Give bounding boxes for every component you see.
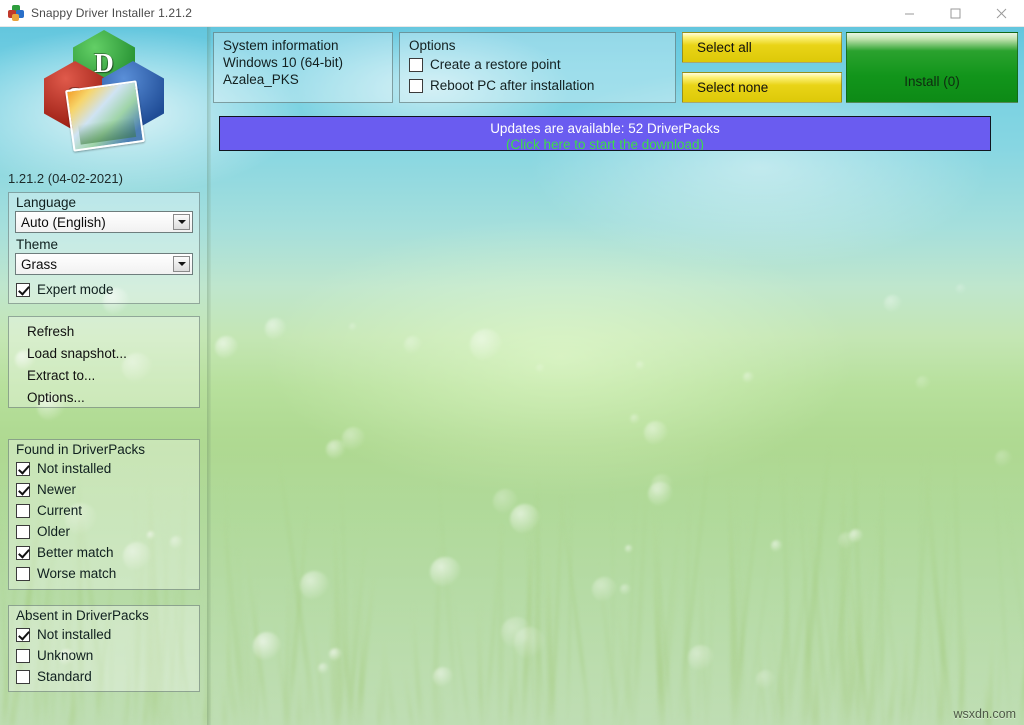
checkbox[interactable] <box>16 627 30 642</box>
checkbox[interactable] <box>16 648 30 663</box>
checkbox[interactable] <box>16 669 30 684</box>
menu-item-label: Options... <box>27 389 85 405</box>
sdi-logo: D S I <box>42 30 164 152</box>
update-notification-line1: Updates are available: 52 DriverPacks <box>490 121 720 136</box>
options-title: Options <box>409 38 456 53</box>
absent-group-label: Absent in DriverPacks <box>16 608 149 623</box>
select-none-label: Select none <box>697 80 769 95</box>
checkbox[interactable] <box>16 503 30 518</box>
expert-mode-checkbox-row[interactable]: Expert mode <box>9 279 199 300</box>
sdi-logo-icon <box>8 5 24 21</box>
filter-label: Older <box>37 524 71 539</box>
reboot-after-install-row[interactable]: Reboot PC after installation <box>400 75 675 96</box>
checkbox[interactable] <box>16 524 30 539</box>
menu-item-options[interactable]: Options... <box>9 386 199 408</box>
filter-label: Better match <box>37 545 114 560</box>
found-in-driverpacks-panel: Found in DriverPacks Not installed Newer… <box>8 439 200 590</box>
language-label: Language <box>16 195 77 210</box>
filter-unknown[interactable]: Unknown <box>9 645 199 666</box>
reboot-after-install-checkbox[interactable] <box>409 78 423 93</box>
chevron-down-icon[interactable] <box>173 256 190 272</box>
reboot-after-install-label: Reboot PC after installation <box>430 78 595 93</box>
system-info-title: System information <box>223 38 339 53</box>
expert-mode-label: Expert mode <box>37 282 114 297</box>
filter-label: Not installed <box>37 627 112 642</box>
menu-panel: Refresh Load snapshot... Extract to... O… <box>8 316 200 408</box>
watermark-label: wsxdn.com <box>953 707 1016 721</box>
filter-current[interactable]: Current <box>9 500 199 521</box>
filter-label: Standard <box>37 669 92 684</box>
theme-value: Grass <box>21 256 58 272</box>
filter-older[interactable]: Older <box>9 521 199 542</box>
menu-item-label: Extract to... <box>27 367 96 383</box>
theme-select[interactable]: Grass <box>15 253 193 275</box>
filter-label: Unknown <box>37 648 94 663</box>
checkbox[interactable] <box>16 545 30 560</box>
window-title: Snappy Driver Installer 1.21.2 <box>31 6 193 20</box>
install-button[interactable]: Install (0) <box>846 32 1018 103</box>
system-info-machine: Azalea_PKS <box>223 72 299 87</box>
options-panel: Options Create a restore point Reboot PC… <box>399 32 676 103</box>
expert-mode-checkbox[interactable] <box>16 282 30 297</box>
checkbox[interactable] <box>16 482 30 497</box>
menu-item-load-snapshot[interactable]: Load snapshot... <box>9 342 199 364</box>
menu-item-label: Refresh <box>27 323 75 339</box>
filter-newer[interactable]: Newer <box>9 479 199 500</box>
minimize-icon[interactable] <box>886 0 932 27</box>
language-select[interactable]: Auto (English) <box>15 211 193 233</box>
filter-not-installed-absent[interactable]: Not installed <box>9 624 199 645</box>
menu-item-label: Load snapshot... <box>27 345 127 361</box>
filter-not-installed-found[interactable]: Not installed <box>9 458 199 479</box>
application-window: Snappy Driver Installer 1.21.2 D S I 1.2… <box>0 0 1024 725</box>
update-notification-banner[interactable]: Updates are available: 52 DriverPacks (C… <box>219 116 991 151</box>
menu-item-extract-to[interactable]: Extract to... <box>9 364 199 386</box>
create-restore-point-checkbox[interactable] <box>409 57 423 72</box>
version-label: 1.21.2 (04-02-2021) <box>8 171 123 186</box>
system-information-panel: System information Windows 10 (64-bit) A… <box>213 32 393 103</box>
filter-label: Not installed <box>37 461 112 476</box>
window-controls <box>886 0 1024 27</box>
select-none-button[interactable]: Select none <box>682 72 842 103</box>
found-group-label: Found in DriverPacks <box>16 442 146 457</box>
filter-better-match[interactable]: Better match <box>9 542 199 563</box>
close-icon[interactable] <box>978 0 1024 27</box>
install-label: Install (0) <box>904 74 960 89</box>
filter-label: Newer <box>37 482 77 497</box>
create-restore-point-row[interactable]: Create a restore point <box>400 54 675 75</box>
maximize-icon[interactable] <box>932 0 978 27</box>
absent-in-driverpacks-panel: Absent in DriverPacks Not installed Unkn… <box>8 605 200 692</box>
filter-label: Current <box>37 503 83 518</box>
settings-panel: Language Auto (English) Theme Grass Expe… <box>8 192 200 304</box>
chevron-down-icon[interactable] <box>173 214 190 230</box>
select-all-button[interactable]: Select all <box>682 32 842 63</box>
filter-worse-match[interactable]: Worse match <box>9 563 199 584</box>
create-restore-point-label: Create a restore point <box>430 57 561 72</box>
checkbox[interactable] <box>16 566 30 581</box>
checkbox[interactable] <box>16 461 30 476</box>
theme-label: Theme <box>16 237 59 252</box>
sidebar: D S I 1.21.2 (04-02-2021) Language Auto … <box>0 27 210 725</box>
filter-label: Worse match <box>37 566 117 581</box>
select-all-label: Select all <box>697 40 752 55</box>
filter-standard[interactable]: Standard <box>9 666 199 687</box>
logo-photo-icon <box>65 80 145 152</box>
update-notification-line2: (Click here to start the download) <box>505 137 705 151</box>
title-bar: Snappy Driver Installer 1.21.2 <box>0 0 1024 27</box>
system-info-os: Windows 10 (64-bit) <box>223 55 344 70</box>
language-value: Auto (English) <box>21 214 106 230</box>
menu-item-refresh[interactable]: Refresh <box>9 320 199 342</box>
